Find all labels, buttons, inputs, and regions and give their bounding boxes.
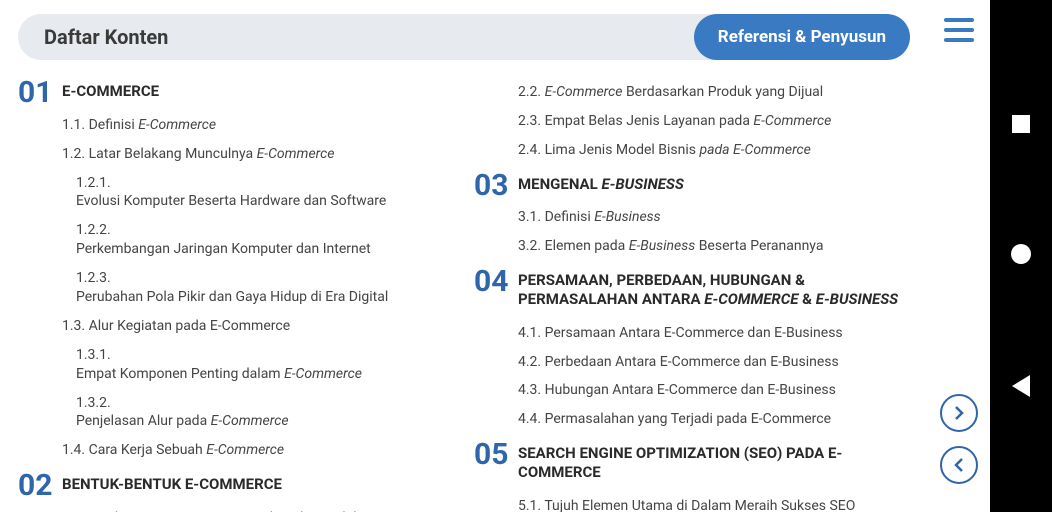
toc-item[interactable]: 5.1. Tujuh Elemen Utama di Dalam Meraih … (518, 492, 910, 512)
toc-section: 02BENTUK-BENTUK E-COMMERCE 2.1. Tujuh Jen… (18, 471, 454, 512)
section-items: 2.2. E-Commerce Berdasarkan Produk yang … (518, 78, 910, 165)
content-area: Daftar Konten Referensi & Penyusun 01E-C… (0, 0, 928, 512)
toc-item-text: Evolusi Komputer Beserta Hardware dan So… (76, 192, 454, 211)
toc-item-number: 4.1. (518, 325, 541, 341)
toc-item-text: E-Commerce Berdasarkan Produk yang Dijua… (545, 84, 824, 100)
section-number: 05 (474, 440, 518, 512)
section-items: 5.1. Tujuh Elemen Utama di Dalam Meraih … (518, 484, 910, 512)
toc-item-number: 1.3. (62, 318, 85, 334)
home-button[interactable] (1011, 244, 1031, 264)
toc-item[interactable]: 2.1. Tujuh Jenis E-Commerce Berdasarkan … (62, 504, 454, 512)
toc-columns: 01E-COMMERCE1.1. Definisi E-Commerce1.2.… (18, 78, 910, 512)
toc-column-right: 2.2. E-Commerce Berdasarkan Produk yang … (474, 78, 910, 512)
toc-item-number: 1.2. (62, 146, 85, 162)
references-button[interactable]: Referensi & Penyusun (694, 14, 910, 60)
toc-item-text: Definisi E-Commerce (89, 117, 216, 133)
toc-item-number: 2.4. (518, 142, 541, 158)
page-title: Daftar Konten (18, 25, 168, 49)
toc-item[interactable]: 1.2.3. Perubahan Pola Pikir dan Gaya Hid… (62, 264, 454, 312)
toc-item-text: Permasalahan yang Terjadi pada E-Commerc… (545, 411, 831, 427)
toc-item-text: Empat Belas Jenis Layanan pada E-Commerc… (545, 113, 832, 129)
toc-item-number: 1.3.1. (76, 347, 111, 363)
toc-item[interactable]: 1.2. Latar Belakang Munculnya E-Commerce (62, 140, 454, 169)
toc-item-number: 4.3. (518, 382, 541, 398)
toc-item[interactable]: 3.1. Definisi E-Business (518, 203, 910, 232)
header-bar: Daftar Konten Referensi & Penyusun (18, 14, 910, 60)
section-items: 2.1. Tujuh Jenis E-Commerce Berdasarkan … (62, 496, 454, 512)
toc-item-text: Tujuh Elemen Utama di Dalam Meraih Sukse… (544, 498, 855, 512)
toc-item-text: Perbedaan Antara E-Commerce dan E-Busine… (545, 354, 839, 370)
toc-item-number: 1.1. (62, 117, 85, 133)
toc-section: 05SEARCH ENGINE OPTIMIZATION (SEO) PADA … (474, 440, 910, 512)
toc-item-number: 4.2. (518, 354, 541, 370)
section-title[interactable]: E-COMMERCE (62, 82, 454, 101)
section-title[interactable]: BENTUK-BENTUK E-COMMERCE (62, 475, 454, 494)
toc-item-number: 3.2. (518, 238, 541, 254)
toc-item-text: Persamaan Antara E-Commerce dan E-Busine… (545, 325, 843, 341)
toc-item-text: Empat Komponen Penting dalam E-Commerce (76, 365, 454, 384)
toc-item-number: 4.4. (518, 411, 541, 427)
toc-item[interactable]: 1.3. Alur Kegiatan pada E-Commerce (62, 312, 454, 341)
toc-item-number: 1.2.2. (76, 222, 111, 238)
section-items: 4.1. Persamaan Antara E-Commerce dan E-B… (518, 311, 910, 435)
toc-item-text: Cara Kerja Sebuah E-Commerce (89, 442, 284, 458)
toc-item[interactable]: 4.4. Permasalahan yang Terjadi pada E-Co… (518, 405, 910, 434)
toc-item-text: Perkembangan Jaringan Komputer dan Inter… (76, 240, 454, 259)
toc-item-number: 1.4. (62, 442, 85, 458)
toc-item-number: 5.1. (518, 498, 541, 512)
toc-item-number: 1.2.1. (76, 175, 111, 191)
toc-item-number: 1.3.2. (76, 395, 111, 411)
toc-item-number: 3.1. (518, 209, 541, 225)
toc-item-text: Elemen pada E-Business Beserta Perananny… (545, 238, 824, 254)
toc-item[interactable]: 1.2.1. Evolusi Komputer Beserta Hardware… (62, 169, 454, 217)
toc-item-text: Hubungan Antara E-Commerce dan E-Busines… (545, 382, 836, 398)
toc-item[interactable]: 2.4. Lima Jenis Model Bisnis pada E-Comm… (518, 136, 910, 165)
toc-item[interactable]: 1.3.1. Empat Komponen Penting dalam E-Co… (62, 341, 454, 389)
toc-item[interactable]: 2.2. E-Commerce Berdasarkan Produk yang … (518, 78, 910, 107)
toc-section-continuation: 2.2. E-Commerce Berdasarkan Produk yang … (474, 78, 910, 165)
toc-item-text: Definisi E-Business (545, 209, 661, 225)
toc-item-text: Penjelasan Alur pada E-Commerce (76, 412, 454, 431)
back-button[interactable] (1012, 375, 1030, 397)
toc-section: 04PERSAMAAN, PERBEDAAN, HUBUNGAN & PERMA… (474, 267, 910, 434)
toc-item[interactable]: 4.3. Hubungan Antara E-Commerce dan E-Bu… (518, 376, 910, 405)
toc-item-text: Alur Kegiatan pada E-Commerce (89, 318, 291, 334)
section-title[interactable]: SEARCH ENGINE OPTIMIZATION (SEO) PADA E-… (518, 444, 910, 482)
next-button[interactable] (940, 394, 978, 432)
toc-item-number: 2.3. (518, 113, 541, 129)
prev-button[interactable] (940, 446, 978, 484)
section-number: 04 (474, 267, 518, 434)
toc-item-number: 1.2.3. (76, 270, 111, 286)
toc-item[interactable]: 1.2.2. Perkembangan Jaringan Komputer da… (62, 216, 454, 264)
toc-item[interactable]: 1.3.2. Penjelasan Alur pada E-Commerce (62, 389, 454, 437)
toc-section: 03MENGENAL E-BUSINESS 3.1. Definisi E-Bus… (474, 171, 910, 262)
section-number: 02 (18, 471, 62, 512)
toc-item[interactable]: 2.3. Empat Belas Jenis Layanan pada E-Co… (518, 107, 910, 136)
toc-item-text: Perubahan Pola Pikir dan Gaya Hidup di E… (76, 288, 454, 307)
section-number: 01 (18, 78, 62, 465)
nav-buttons (940, 394, 978, 484)
toc-item[interactable]: 1.1. Definisi E-Commerce (62, 111, 454, 140)
toc-section: 01E-COMMERCE1.1. Definisi E-Commerce1.2.… (18, 78, 454, 465)
toc-item[interactable]: 4.1. Persamaan Antara E-Commerce dan E-B… (518, 319, 910, 348)
menu-icon[interactable] (944, 18, 974, 42)
toc-item[interactable]: 3.2. Elemen pada E-Business Beserta Pera… (518, 232, 910, 261)
section-title[interactable]: PERSAMAAN, PERBEDAAN, HUBUNGAN & PERMASA… (518, 271, 910, 309)
toc-item[interactable]: 1.4. Cara Kerja Sebuah E-Commerce (62, 436, 454, 465)
toc-item-text: Latar Belakang Munculnya E-Commerce (89, 146, 335, 162)
section-number: 03 (474, 171, 518, 262)
section-title[interactable]: MENGENAL E-BUSINESS (518, 175, 910, 194)
toc-item-number: 2.2. (518, 84, 541, 100)
toc-column-left: 01E-COMMERCE1.1. Definisi E-Commerce1.2.… (18, 78, 454, 512)
recent-apps-button[interactable] (1012, 115, 1030, 133)
section-items: 1.1. Definisi E-Commerce1.2. Latar Belak… (62, 103, 454, 465)
toc-item[interactable]: 4.2. Perbedaan Antara E-Commerce dan E-B… (518, 348, 910, 377)
toc-item-text: Lima Jenis Model Bisnis pada E-Commerce (545, 142, 811, 158)
section-items: 3.1. Definisi E-Business3.2. Elemen pada… (518, 195, 910, 261)
right-rail (928, 0, 990, 512)
android-nav-bar (990, 0, 1052, 512)
